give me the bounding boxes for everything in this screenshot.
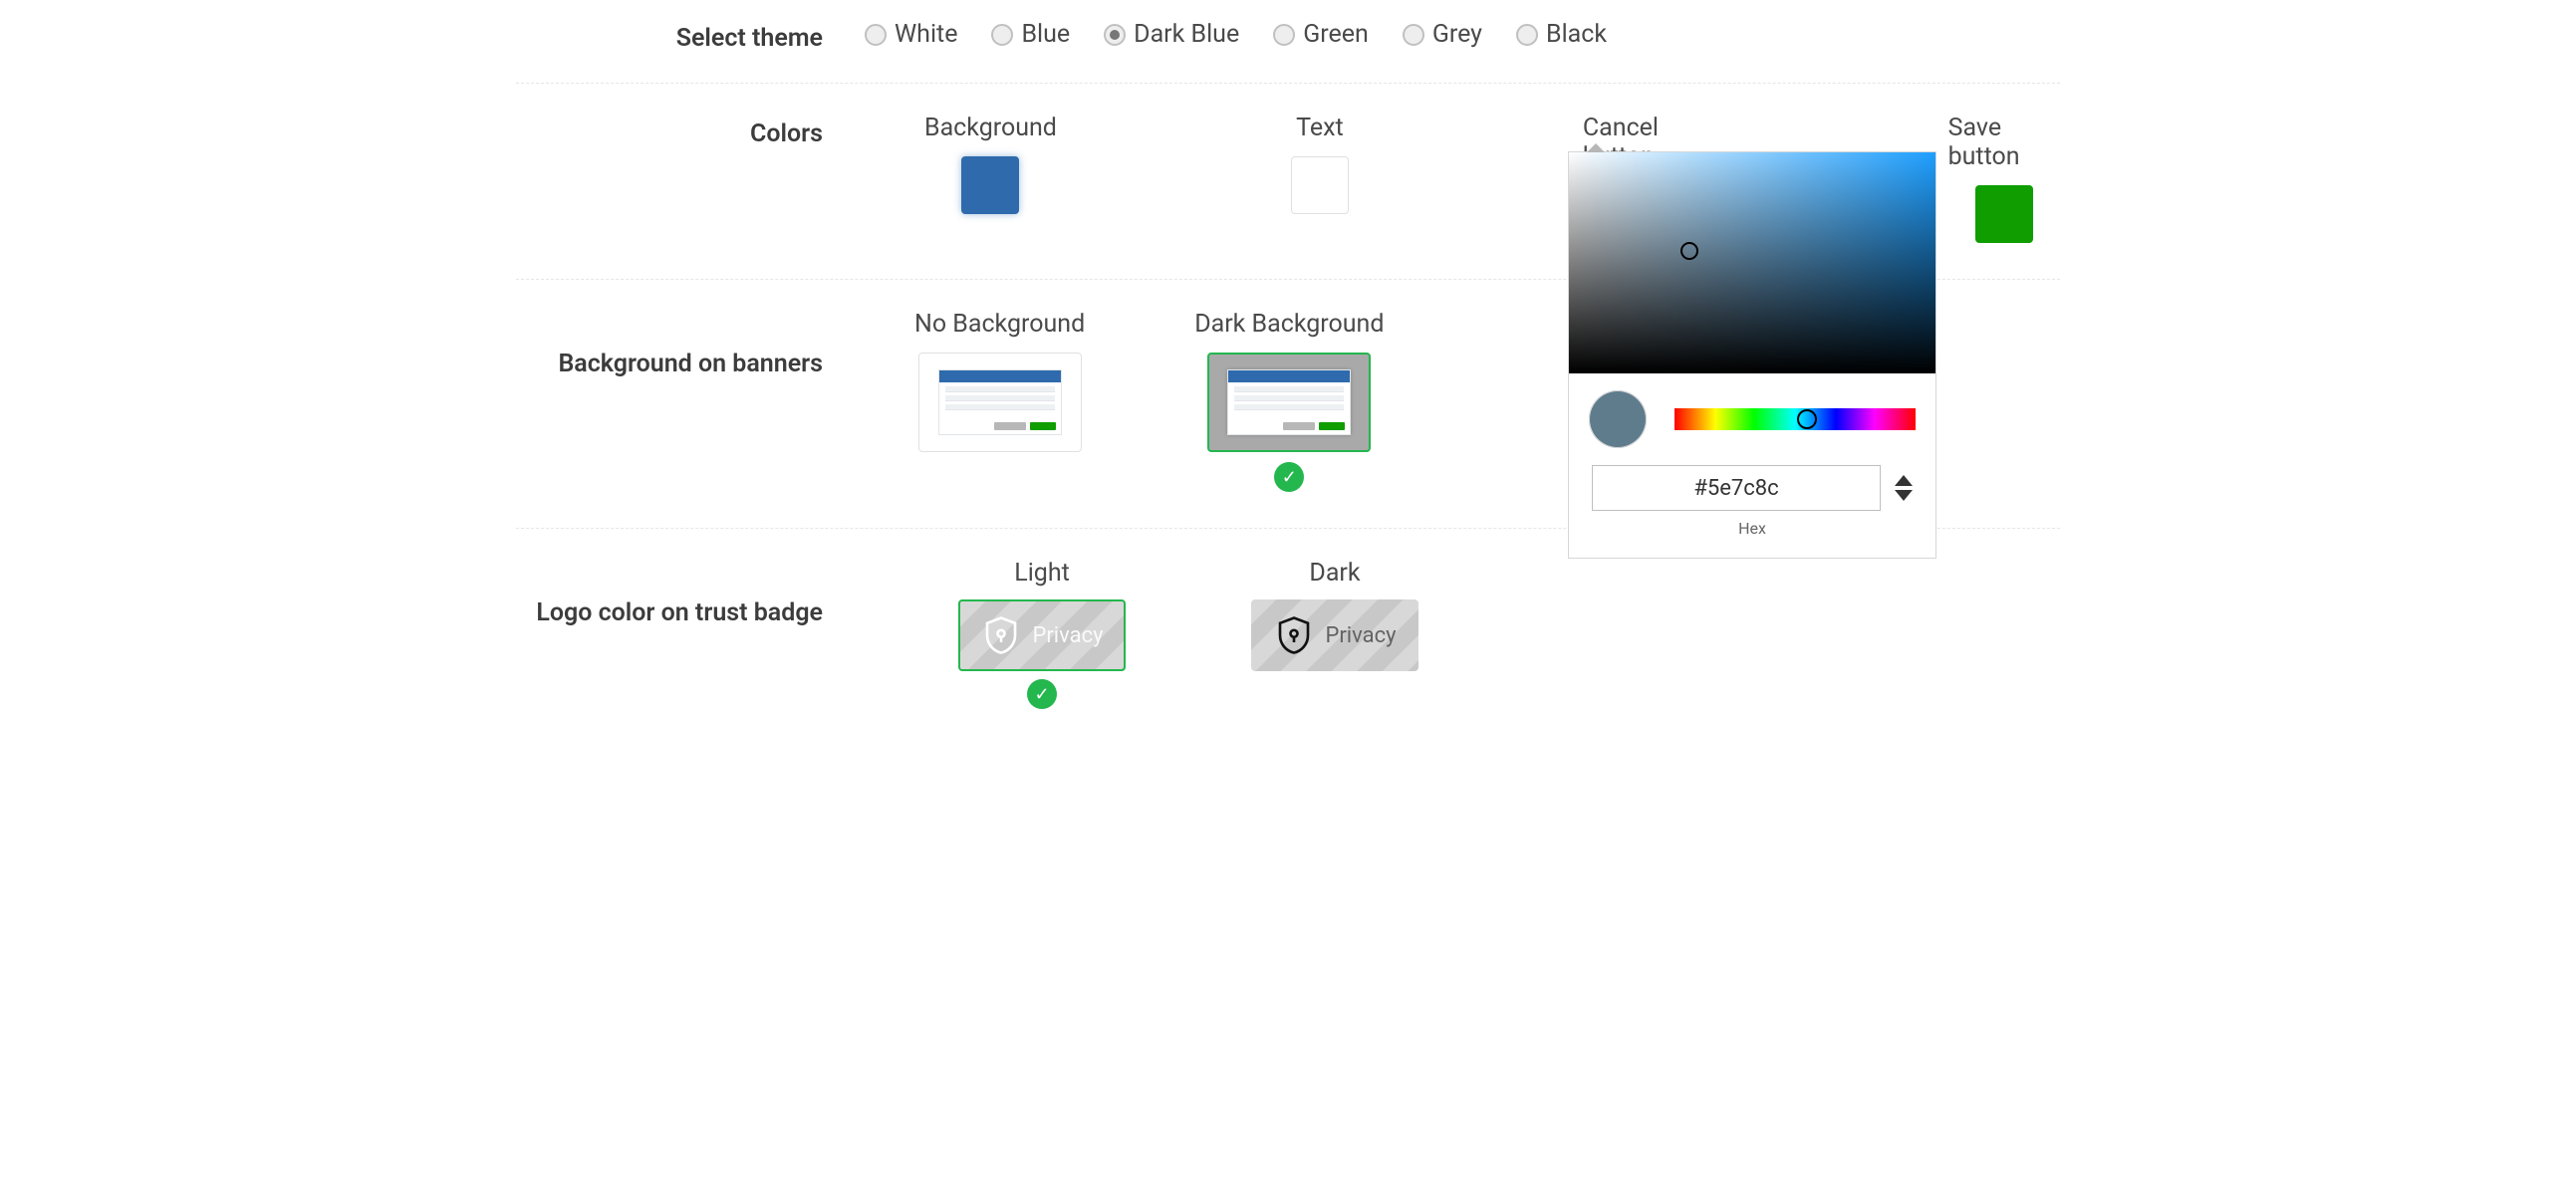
theme-option-white[interactable]: White <box>865 20 957 49</box>
theme-option-dark-blue[interactable]: Dark Blue <box>1104 20 1239 49</box>
color-picker-saturation[interactable] <box>1569 152 1935 373</box>
color-picker-hue[interactable] <box>1674 408 1916 430</box>
banner-option-no-background: No Background <box>914 310 1085 492</box>
radio-icon <box>1273 24 1295 46</box>
color-picker-hue-row <box>1569 373 1935 465</box>
picker-arrow-icon <box>1587 143 1605 152</box>
stepper-up-icon[interactable] <box>1895 475 1913 486</box>
banner-preview-icon <box>938 369 1062 435</box>
color-label: Background <box>924 114 1057 142</box>
trust-badge-option-label: Dark <box>1309 559 1360 588</box>
color-text: Text <box>1291 114 1349 243</box>
trust-badge-options: Light Privacy ✓ Dark <box>865 559 2060 709</box>
banner-option-label: Dark Background <box>1194 310 1384 339</box>
color-label: Save button <box>1948 114 2060 171</box>
colors-label: Colors <box>516 114 865 148</box>
shield-lock-icon <box>1273 614 1315 656</box>
saturation-cursor[interactable] <box>1680 242 1698 260</box>
theme-option-label: Grey <box>1432 20 1482 49</box>
banner-option-dark-background: Dark Background ✓ <box>1194 310 1384 492</box>
trust-badge-text: Privacy <box>1325 623 1396 648</box>
color-swatch-background[interactable] <box>961 156 1019 214</box>
theme-option-blue[interactable]: Blue <box>991 20 1070 49</box>
theme-option-green[interactable]: Green <box>1273 20 1369 49</box>
theme-option-label: Dark Blue <box>1134 20 1239 49</box>
trust-badge-row: Logo color on trust badge Light Privacy … <box>516 529 2060 745</box>
banner-option-label: No Background <box>914 310 1085 339</box>
check-icon: ✓ <box>1274 462 1304 492</box>
color-background: Background <box>924 114 1057 243</box>
theme-option-label: Blue <box>1021 20 1070 49</box>
radio-icon <box>865 24 887 46</box>
hue-cursor[interactable] <box>1797 409 1817 429</box>
theme-option-label: Green <box>1303 20 1369 49</box>
trust-badge-option-light: Light Privacy ✓ <box>958 559 1126 709</box>
theme-option-black[interactable]: Black <box>1516 20 1607 49</box>
color-picker: Hex <box>1568 151 1936 559</box>
color-label: Text <box>1296 114 1344 142</box>
hex-row <box>1589 465 1916 511</box>
hex-input[interactable] <box>1592 465 1881 511</box>
colors-row: Colors Background Text Cancel button Sav… <box>516 84 2060 280</box>
color-picker-hex-wrap: Hex <box>1569 465 1935 558</box>
theme-option-label: White <box>895 20 957 49</box>
theme-option-grey[interactable]: Grey <box>1403 20 1482 49</box>
trust-badge-text: Privacy <box>1032 623 1103 648</box>
trust-badge-option-dark: Dark Privacy <box>1251 559 1418 709</box>
color-swatch-save[interactable] <box>1975 185 2033 243</box>
trust-badge-card-dark[interactable]: Privacy <box>1251 599 1418 671</box>
color-preview-dot <box>1589 390 1647 448</box>
theme-row: Select theme White Blue Dark Blue Green … <box>516 0 2060 84</box>
color-save: Save button <box>1948 114 2060 243</box>
radio-icon <box>991 24 1013 46</box>
theme-options: White Blue Dark Blue Green Grey Black <box>865 18 2060 49</box>
theme-option-label: Black <box>1546 20 1607 49</box>
trust-badge-label: Logo color on trust badge <box>516 559 865 627</box>
banner-card-no-background[interactable] <box>918 353 1082 452</box>
radio-checked-icon <box>1104 24 1126 46</box>
color-swatch-text[interactable] <box>1291 156 1349 214</box>
stepper-down-icon[interactable] <box>1895 490 1913 501</box>
hex-label: Hex <box>1738 519 1766 538</box>
banner-card-dark-background[interactable] <box>1207 353 1371 452</box>
hex-format-stepper <box>1895 475 1913 501</box>
banner-preview-icon <box>1227 369 1351 435</box>
shield-lock-icon <box>980 614 1022 656</box>
trust-badge-option-label: Light <box>1014 559 1070 588</box>
radio-icon <box>1403 24 1424 46</box>
radio-icon <box>1516 24 1538 46</box>
theme-label: Select theme <box>516 18 865 53</box>
check-icon: ✓ <box>1027 679 1057 709</box>
banners-label: Background on banners <box>516 310 865 378</box>
trust-badge-card-light[interactable]: Privacy <box>958 599 1126 671</box>
